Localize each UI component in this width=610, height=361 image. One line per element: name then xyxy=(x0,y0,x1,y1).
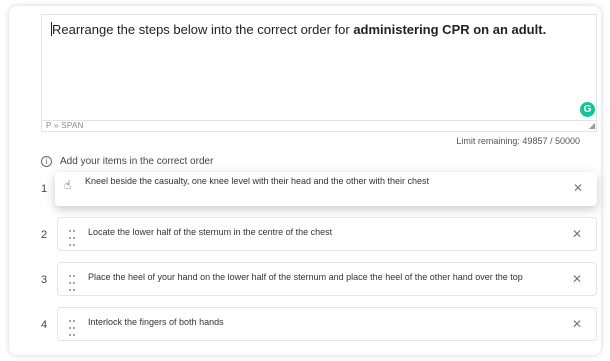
item-text: Interlock the fingers of both hands xyxy=(88,317,224,327)
resize-handle-icon[interactable]: ◢ xyxy=(589,121,595,131)
element-path[interactable]: P » SPAN xyxy=(46,121,84,130)
drag-handle-icon[interactable] xyxy=(68,317,78,336)
info-icon: i xyxy=(41,155,52,167)
instruction-row: i Add your items in the correct order xyxy=(41,154,213,168)
order-item[interactable]: Place the heel of your hand on the lower… xyxy=(57,262,597,296)
item-number: 3 xyxy=(41,274,48,286)
order-item[interactable]: Locate the lower half of the sternum in … xyxy=(57,217,597,251)
remove-item-button[interactable]: ✕ xyxy=(572,227,582,241)
item-number: 2 xyxy=(41,229,48,241)
item-text: Place the heel of your hand on the lower… xyxy=(88,272,523,282)
instruction-text: Add your items in the correct order xyxy=(60,155,214,167)
order-item[interactable]: Interlock the fingers of both hands ✕ xyxy=(57,307,597,341)
item-text: Kneel beside the casualty, one knee leve… xyxy=(85,176,430,186)
prompt-bold-text: administering CPR on an adult. xyxy=(353,22,547,37)
drag-handle-icon[interactable] xyxy=(68,227,78,246)
remove-item-button[interactable]: ✕ xyxy=(572,272,582,286)
remove-item-button[interactable]: ✕ xyxy=(572,317,582,331)
character-limit: Limit remaining: 49857 / 50000 xyxy=(456,136,580,146)
remove-item-button[interactable]: ✕ xyxy=(573,181,583,195)
item-text: Locate the lower half of the sternum in … xyxy=(88,227,333,237)
editor-statusbar: P » SPAN ◢ xyxy=(41,120,597,132)
prompt-text: Rearrange the steps below into the corre… xyxy=(52,22,354,37)
question-card: Rearrange the steps below into the corre… xyxy=(9,6,601,355)
grammarly-icon[interactable]: G xyxy=(580,102,595,117)
grab-hand-icon[interactable]: ☝ xyxy=(64,178,71,192)
order-item[interactable]: ☝ Kneel beside the casualty, one knee le… xyxy=(55,172,597,206)
question-prompt: Rearrange the steps below into the corre… xyxy=(51,22,546,37)
item-number: 1 xyxy=(41,183,48,195)
drag-handle-icon[interactable] xyxy=(68,272,78,291)
rich-text-editor[interactable]: Rearrange the steps below into the corre… xyxy=(41,14,597,120)
item-number: 4 xyxy=(41,319,48,331)
